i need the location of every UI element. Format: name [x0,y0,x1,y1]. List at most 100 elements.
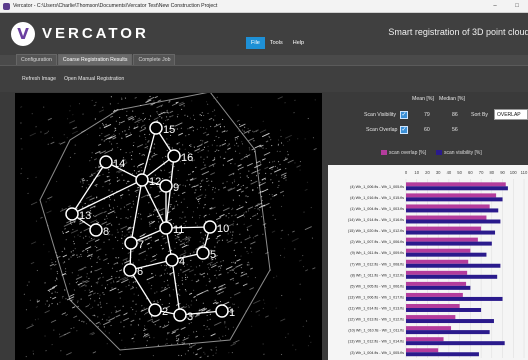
registration-graph: 15 14 16 12 9 13 8 11 10 7 5 4 6 2 3 1 [20,93,317,359]
bar-scan-overlap[interactable] [406,270,468,275]
graph-edge [171,259,181,316]
bar-scan-visibility[interactable] [406,186,508,191]
bar-scan-visibility[interactable] [406,274,498,279]
bar-scan-visibility[interactable] [406,263,501,268]
bar-scan-overlap[interactable] [406,315,456,320]
category-label: (9) Wh_1_011.fls - Wh_1_009.fls [350,251,404,255]
bar-scan-overlap[interactable] [406,348,439,353]
graph-node[interactable]: 7 [124,236,144,251]
app-icon [3,2,10,10]
graph-node-circle [215,304,229,318]
graph-node-label: 14 [113,158,125,170]
graph-node-label: 11 [173,224,184,236]
bar-scan-overlap[interactable] [406,215,487,220]
menu-help[interactable]: Help [288,37,309,49]
tab-coarse-registration-results[interactable]: Coarse Registration Results [57,54,133,65]
graph-node[interactable]: 12 [135,173,161,188]
category-label: (4) Wh_1_006.fls - Wh_1_005.fls [350,185,404,189]
graph-node[interactable]: 2 [148,303,168,318]
main-menu: File Tools Help [246,37,309,49]
legend-overlap-swatch [381,150,387,156]
bar-scan-visibility[interactable] [406,230,496,235]
scan-visibility-checkbox[interactable]: ✓ [400,111,408,119]
graph-node-label: 6 [137,266,143,278]
bar-scan-overlap[interactable] [406,182,506,187]
bar-scan-overlap[interactable] [406,259,469,264]
category-label: (10) Wh_1_010.fls - Wh_1_011.fls [348,329,404,333]
sort-by-select[interactable]: OVERLAP [494,109,528,120]
x-tick-label: 50 [457,170,462,175]
category-label: (2) Wh_1_007.fls - Wh_1_006.fls [350,240,404,244]
x-tick-label: 10 [414,170,419,175]
bar-scan-overlap[interactable] [406,304,460,308]
graph-node-label: 8 [103,226,109,238]
bar-scan-overlap[interactable] [406,292,463,297]
menu-file[interactable]: File [246,37,265,49]
bar-scan-overlap[interactable] [406,226,482,231]
bar-scan-visibility[interactable] [406,352,479,357]
category-label: (13) Wh_1_012.fls - Wh_1_014.fls [348,340,404,344]
graph-node[interactable]: 16 [167,149,193,164]
bar-scan-visibility[interactable] [406,296,503,301]
bar-scan-visibility[interactable] [406,285,471,290]
graph-node[interactable]: 13 [65,207,91,222]
graph-node[interactable]: 10 [203,220,229,235]
bar-scan-overlap[interactable] [406,204,490,209]
bar-scan-overlap[interactable] [406,193,497,198]
graph-node[interactable]: 8 [89,223,109,238]
category-label: (14) Wh_1_014.fls - Wh_1_016.fls [348,218,404,222]
bar-scan-visibility[interactable] [406,330,490,335]
bar-scan-visibility[interactable] [406,208,499,213]
category-label: (15) Wh_1_020.fls - Wh_1_012.fls [348,229,404,233]
scan-visibility-label: Scan Visibility [364,112,396,118]
bar-scan-visibility[interactable] [406,197,503,202]
legend-visibility-swatch [435,150,442,156]
legend-overlap-label: scan overlap [%] [389,150,426,156]
graph-node-label: 10 [217,223,229,235]
graph-node-circle [159,179,173,193]
x-tick-label: 60 [468,170,473,175]
tab-configuration[interactable]: Configuration [16,54,57,65]
graph-node[interactable]: 11 [159,221,184,236]
graph-node-label: 16 [181,152,193,164]
bar-scan-visibility[interactable] [406,219,501,224]
graph-node[interactable]: 3 [173,308,193,323]
graph-node[interactable]: 4 [165,253,185,268]
graph-edge [141,127,157,181]
graph-node-circle [89,223,103,237]
bar-scan-visibility[interactable] [406,341,505,346]
bar-scan-visibility[interactable] [406,252,487,257]
refresh-image-button[interactable]: Refresh Image [22,76,56,82]
graph-node-circle [135,173,149,187]
bar-scan-overlap[interactable] [406,237,478,242]
legend-overlap: scan overlap [%] [381,150,426,156]
graph-node-circle [203,220,217,234]
minimize-button[interactable]: – [484,3,506,9]
bar-scan-overlap[interactable] [406,281,467,286]
bar-scan-visibility[interactable] [406,241,492,246]
graph-node-label: 1 [229,307,235,319]
menu-tools[interactable]: Tools [265,37,288,49]
registration-graph-viewer[interactable]: 15 14 16 12 9 13 8 11 10 7 5 4 6 2 3 1 [15,93,322,360]
scan-visibility-mean: 79 [424,112,430,118]
graph-node-circle [149,121,163,135]
graph-node-label: 15 [163,124,175,136]
x-tick-label: 40 [447,170,452,175]
category-label: (7) Wh_1_012.fls - Wh_1_008.fls [350,262,404,266]
app-window: Vercator - C:\Users\Charlie\Thomson\Docu… [0,0,528,360]
maximize-button[interactable]: □ [506,3,528,9]
bar-scan-visibility[interactable] [406,308,482,312]
scan-overlap-checkbox[interactable]: ✓ [400,126,408,134]
graph-node[interactable]: 5 [196,246,216,261]
graph-node[interactable]: 15 [149,121,175,136]
open-manual-registration-button[interactable]: Open Manual Registration [64,76,124,82]
tab-complete-job[interactable]: Complete Job [133,54,176,65]
bar-scan-overlap[interactable] [406,248,471,253]
bar-scan-overlap[interactable] [406,326,452,331]
bar-scan-overlap[interactable] [406,337,444,342]
bar-scan-visibility[interactable] [406,319,494,324]
legend-visibility-label: scan visibility [%] [443,150,482,156]
graph-node[interactable]: 1 [215,304,235,319]
graph-node[interactable]: 14 [99,155,125,170]
graph-edge [130,179,143,244]
